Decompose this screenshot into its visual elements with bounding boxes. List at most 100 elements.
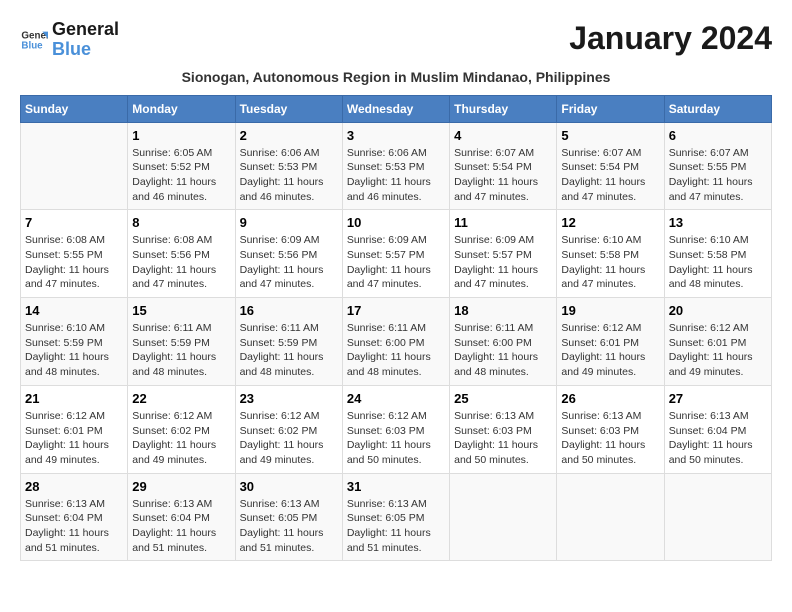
- day-number: 28: [25, 479, 123, 494]
- day-info: Sunrise: 6:13 AMSunset: 6:05 PMDaylight:…: [240, 497, 338, 556]
- calendar-cell: 27 Sunrise: 6:13 AMSunset: 6:04 PMDayligh…: [664, 385, 771, 473]
- day-info: Sunrise: 6:12 AMSunset: 6:02 PMDaylight:…: [132, 409, 230, 468]
- day-info: Sunrise: 6:13 AMSunset: 6:04 PMDaylight:…: [25, 497, 123, 556]
- day-info: Sunrise: 6:12 AMSunset: 6:02 PMDaylight:…: [240, 409, 338, 468]
- calendar-cell: 11 Sunrise: 6:09 AMSunset: 5:57 PMDayligh…: [450, 210, 557, 298]
- day-number: 15: [132, 303, 230, 318]
- day-number: 26: [561, 391, 659, 406]
- logo-text: General Blue: [52, 20, 119, 60]
- calendar-cell: [664, 473, 771, 561]
- calendar-cell: 12 Sunrise: 6:10 AMSunset: 5:58 PMDayligh…: [557, 210, 664, 298]
- day-info: Sunrise: 6:11 AMSunset: 5:59 PMDaylight:…: [132, 321, 230, 380]
- calendar-cell: 13 Sunrise: 6:10 AMSunset: 5:58 PMDayligh…: [664, 210, 771, 298]
- day-info: Sunrise: 6:08 AMSunset: 5:55 PMDaylight:…: [25, 233, 123, 292]
- day-info: Sunrise: 6:12 AMSunset: 6:01 PMDaylight:…: [669, 321, 767, 380]
- calendar-cell: 9Sunrise: 6:09 AMSunset: 5:56 PMDaylight…: [235, 210, 342, 298]
- svg-text:Blue: Blue: [21, 40, 43, 51]
- calendar-cell: 24Sunrise: 6:12 AMSunset: 6:03 PMDayligh…: [342, 385, 449, 473]
- calendar-cell: [450, 473, 557, 561]
- calendar-cell: 1 Sunrise: 6:05 AMSunset: 5:52 PMDaylight…: [128, 122, 235, 210]
- day-number: 3: [347, 128, 445, 143]
- day-info: Sunrise: 6:10 AMSunset: 5:58 PMDaylight:…: [561, 233, 659, 292]
- day-number: 4: [454, 128, 552, 143]
- day-number: 21: [25, 391, 123, 406]
- day-info: Sunrise: 6:12 AMSunset: 6:01 PMDaylight:…: [561, 321, 659, 380]
- calendar-week-3: 14Sunrise: 6:10 AMSunset: 5:59 PMDayligh…: [21, 298, 772, 386]
- day-info: Sunrise: 6:07 AMSunset: 5:54 PMDaylight:…: [561, 146, 659, 205]
- day-info: Sunrise: 6:11 AMSunset: 5:59 PMDaylight:…: [240, 321, 338, 380]
- calendar-week-4: 21 Sunrise: 6:12 AMSunset: 6:01 PMDayligh…: [21, 385, 772, 473]
- calendar-cell: 29 Sunrise: 6:13 AMSunset: 6:04 PMDayligh…: [128, 473, 235, 561]
- calendar-cell: 19 Sunrise: 6:12 AMSunset: 6:01 PMDayligh…: [557, 298, 664, 386]
- day-number: 27: [669, 391, 767, 406]
- day-number: 12: [561, 215, 659, 230]
- day-header-thursday: Thursday: [450, 95, 557, 122]
- calendar-cell: 21 Sunrise: 6:12 AMSunset: 6:01 PMDayligh…: [21, 385, 128, 473]
- calendar-cell: 17Sunrise: 6:11 AMSunset: 6:00 PMDayligh…: [342, 298, 449, 386]
- calendar-cell: 2 Sunrise: 6:06 AMSunset: 5:53 PMDaylight…: [235, 122, 342, 210]
- calendar-body: 1 Sunrise: 6:05 AMSunset: 5:52 PMDaylight…: [21, 122, 772, 561]
- day-number: 25: [454, 391, 552, 406]
- day-info: Sunrise: 6:05 AMSunset: 5:52 PMDaylight:…: [132, 146, 230, 205]
- day-number: 7: [25, 215, 123, 230]
- day-info: Sunrise: 6:12 AMSunset: 6:03 PMDaylight:…: [347, 409, 445, 468]
- day-info: Sunrise: 6:13 AMSunset: 6:03 PMDaylight:…: [454, 409, 552, 468]
- calendar-cell: [557, 473, 664, 561]
- day-number: 19: [561, 303, 659, 318]
- day-number: 29: [132, 479, 230, 494]
- day-number: 20: [669, 303, 767, 318]
- calendar-cell: 15 Sunrise: 6:11 AMSunset: 5:59 PMDayligh…: [128, 298, 235, 386]
- day-info: Sunrise: 6:09 AMSunset: 5:57 PMDaylight:…: [347, 233, 445, 292]
- day-number: 18: [454, 303, 552, 318]
- calendar-week-2: 7 Sunrise: 6:08 AMSunset: 5:55 PMDaylight…: [21, 210, 772, 298]
- day-number: 2: [240, 128, 338, 143]
- day-info: Sunrise: 6:10 AMSunset: 5:58 PMDaylight:…: [669, 233, 767, 292]
- calendar-cell: 6Sunrise: 6:07 AMSunset: 5:55 PMDaylight…: [664, 122, 771, 210]
- day-number: 16: [240, 303, 338, 318]
- month-header: January 2024: [119, 20, 772, 57]
- day-info: Sunrise: 6:11 AMSunset: 6:00 PMDaylight:…: [347, 321, 445, 380]
- calendar-cell: 28 Sunrise: 6:13 AMSunset: 6:04 PMDayligh…: [21, 473, 128, 561]
- calendar-table: SundayMondayTuesdayWednesdayThursdayFrid…: [20, 95, 772, 562]
- calendar-cell: [21, 122, 128, 210]
- day-number: 8: [132, 215, 230, 230]
- day-info: Sunrise: 6:06 AMSunset: 5:53 PMDaylight:…: [240, 146, 338, 205]
- logo-icon: General Blue: [20, 26, 48, 54]
- day-number: 1: [132, 128, 230, 143]
- calendar-cell: 14Sunrise: 6:10 AMSunset: 5:59 PMDayligh…: [21, 298, 128, 386]
- calendar-week-1: 1 Sunrise: 6:05 AMSunset: 5:52 PMDaylight…: [21, 122, 772, 210]
- calendar-cell: 8Sunrise: 6:08 AMSunset: 5:56 PMDaylight…: [128, 210, 235, 298]
- day-header-tuesday: Tuesday: [235, 95, 342, 122]
- calendar-cell: 22 Sunrise: 6:12 AMSunset: 6:02 PMDayligh…: [128, 385, 235, 473]
- day-header-wednesday: Wednesday: [342, 95, 449, 122]
- calendar-cell: 16 Sunrise: 6:11 AMSunset: 5:59 PMDayligh…: [235, 298, 342, 386]
- day-number: 31: [347, 479, 445, 494]
- month-title: January 2024: [119, 20, 772, 57]
- calendar-cell: 25 Sunrise: 6:13 AMSunset: 6:03 PMDayligh…: [450, 385, 557, 473]
- day-info: Sunrise: 6:07 AMSunset: 5:54 PMDaylight:…: [454, 146, 552, 205]
- calendar-cell: 4 Sunrise: 6:07 AMSunset: 5:54 PMDaylight…: [450, 122, 557, 210]
- calendar-cell: 3Sunrise: 6:06 AMSunset: 5:53 PMDaylight…: [342, 122, 449, 210]
- calendar-header-row: SundayMondayTuesdayWednesdayThursdayFrid…: [21, 95, 772, 122]
- calendar-cell: 5Sunrise: 6:07 AMSunset: 5:54 PMDaylight…: [557, 122, 664, 210]
- subtitle: Sionogan, Autonomous Region in Muslim Mi…: [20, 69, 772, 85]
- day-number: 22: [132, 391, 230, 406]
- calendar-cell: 20 Sunrise: 6:12 AMSunset: 6:01 PMDayligh…: [664, 298, 771, 386]
- day-number: 14: [25, 303, 123, 318]
- day-number: 6: [669, 128, 767, 143]
- day-number: 9: [240, 215, 338, 230]
- day-info: Sunrise: 6:13 AMSunset: 6:04 PMDaylight:…: [669, 409, 767, 468]
- calendar-cell: 30Sunrise: 6:13 AMSunset: 6:05 PMDayligh…: [235, 473, 342, 561]
- day-number: 11: [454, 215, 552, 230]
- calendar-cell: 26Sunrise: 6:13 AMSunset: 6:03 PMDayligh…: [557, 385, 664, 473]
- calendar-week-5: 28 Sunrise: 6:13 AMSunset: 6:04 PMDayligh…: [21, 473, 772, 561]
- day-info: Sunrise: 6:13 AMSunset: 6:04 PMDaylight:…: [132, 497, 230, 556]
- calendar-cell: 23Sunrise: 6:12 AMSunset: 6:02 PMDayligh…: [235, 385, 342, 473]
- calendar-cell: 18Sunrise: 6:11 AMSunset: 6:00 PMDayligh…: [450, 298, 557, 386]
- day-number: 13: [669, 215, 767, 230]
- day-header-saturday: Saturday: [664, 95, 771, 122]
- day-info: Sunrise: 6:12 AMSunset: 6:01 PMDaylight:…: [25, 409, 123, 468]
- day-number: 10: [347, 215, 445, 230]
- day-info: Sunrise: 6:09 AMSunset: 5:57 PMDaylight:…: [454, 233, 552, 292]
- calendar-cell: 10 Sunrise: 6:09 AMSunset: 5:57 PMDayligh…: [342, 210, 449, 298]
